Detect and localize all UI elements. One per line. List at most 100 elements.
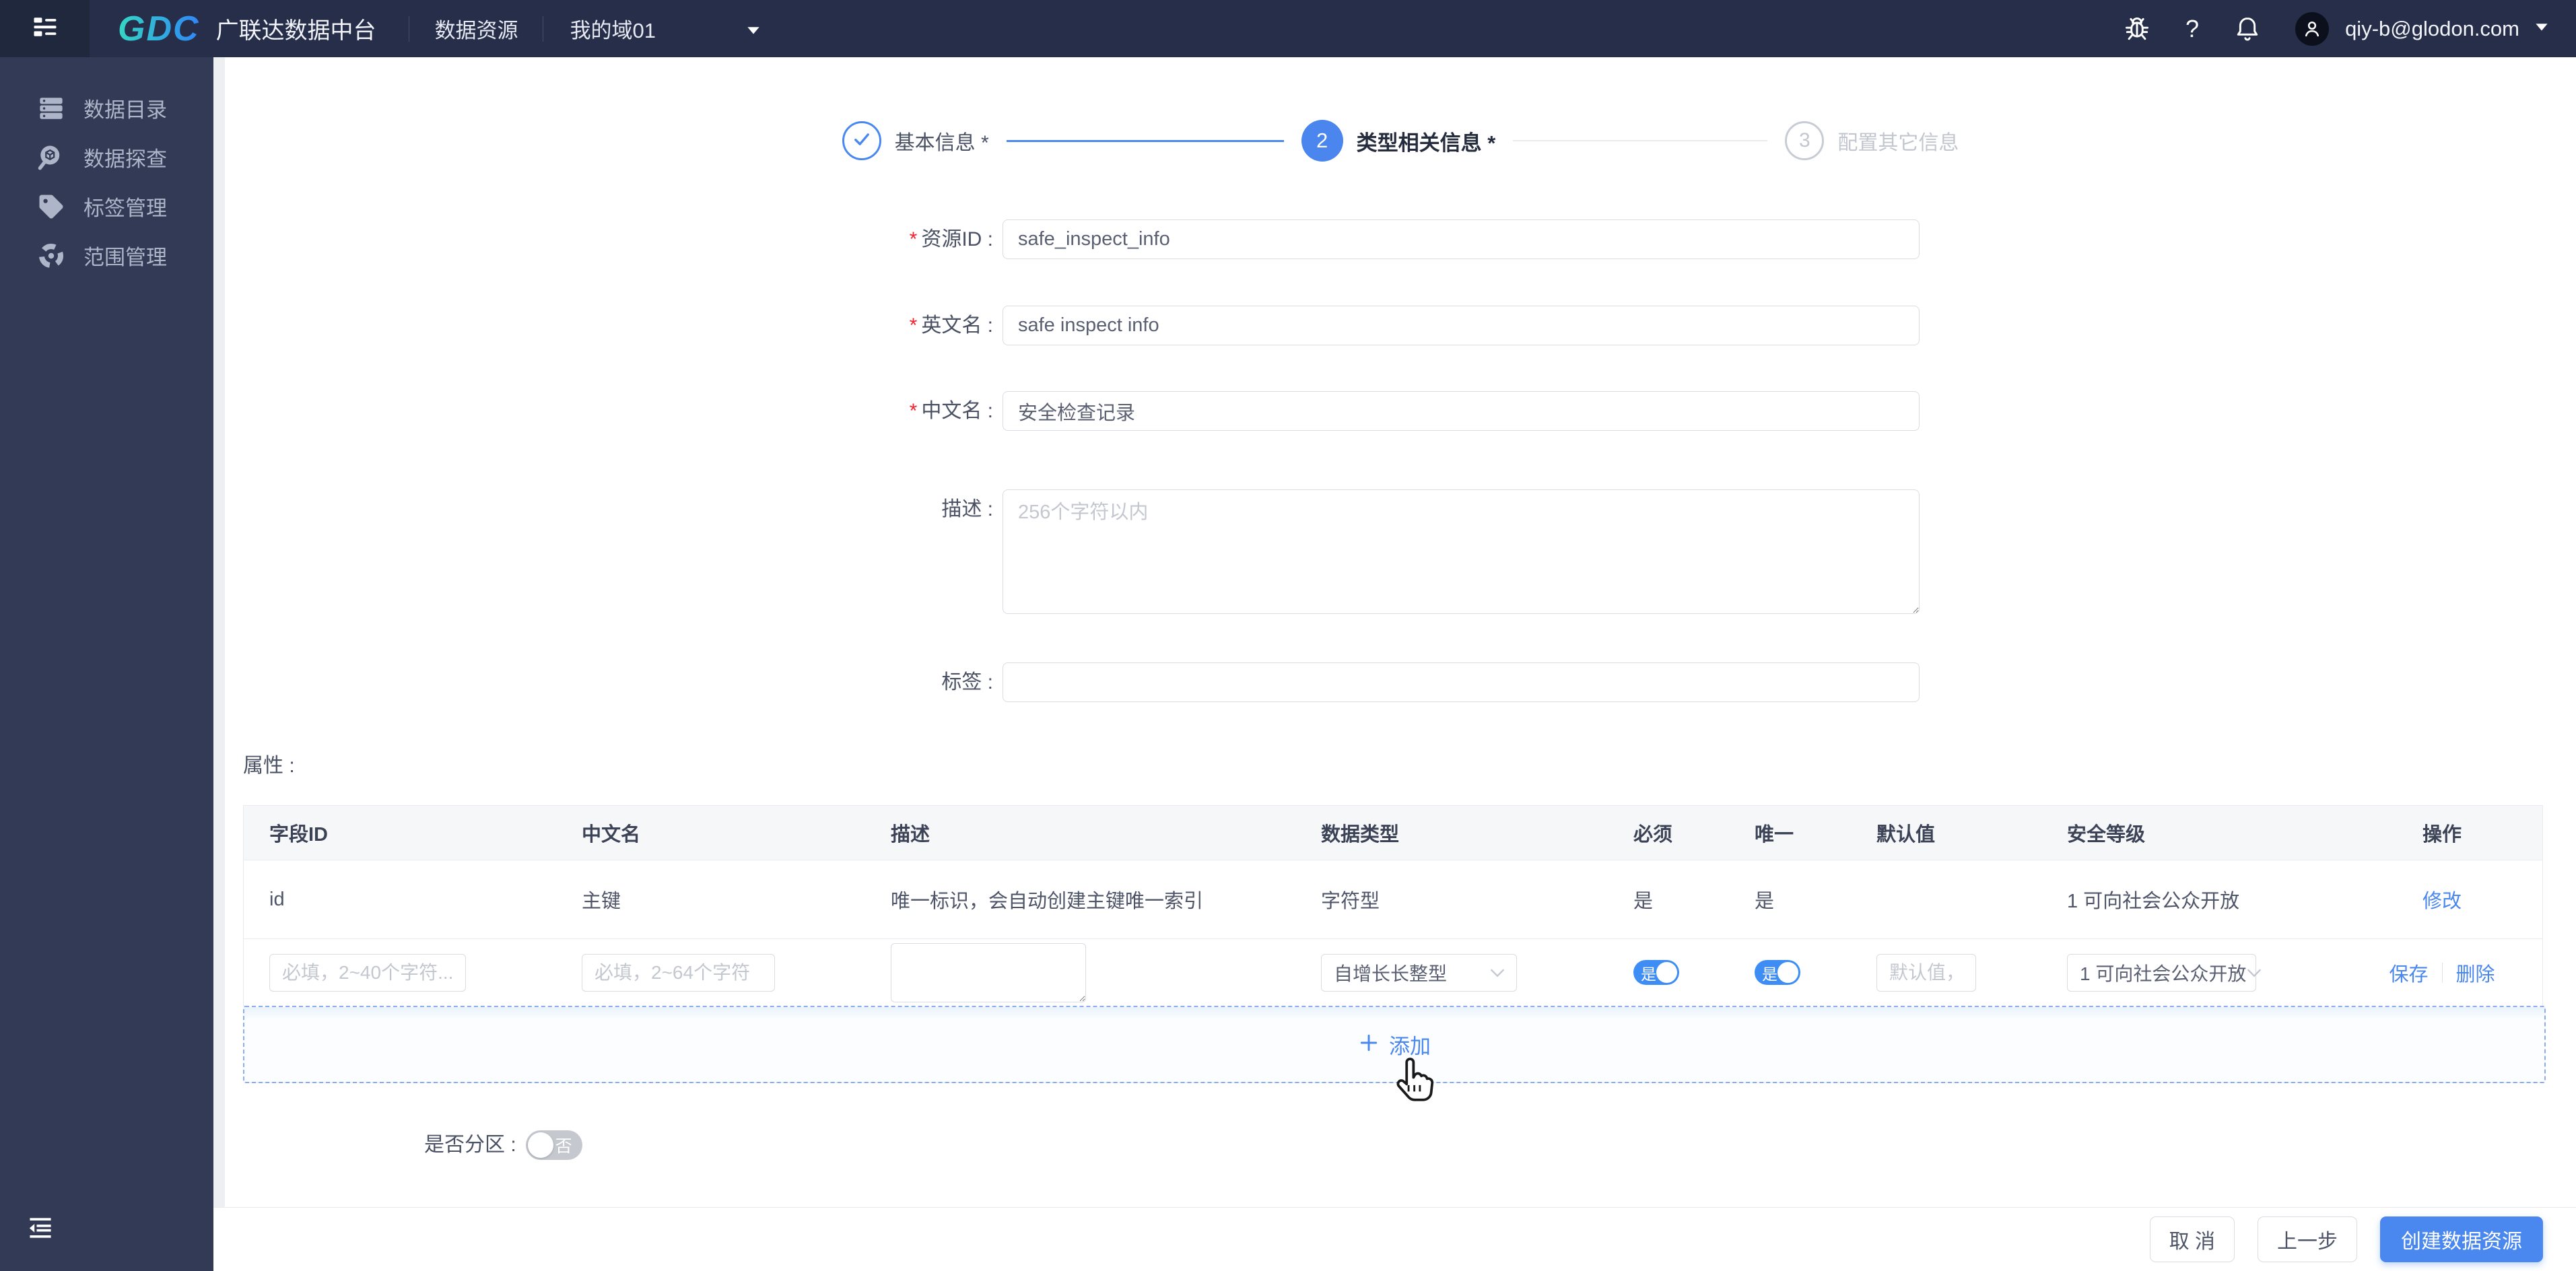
step-3-circle[interactable]: 3	[1785, 121, 1825, 160]
field-label: 描述 :	[941, 498, 993, 520]
check-icon	[850, 128, 873, 154]
chinese-name-input[interactable]	[1003, 391, 1920, 431]
product-title: 广联达数据中台	[215, 18, 376, 44]
toggle-knob	[1777, 962, 1798, 983]
step-connector-pending	[1513, 140, 1768, 141]
sidebar-collapse-icon[interactable]	[26, 1213, 55, 1243]
step-2-circle[interactable]: 2	[1301, 120, 1343, 162]
field-label: 标签 :	[941, 671, 993, 693]
brand-logo: GDC	[118, 9, 200, 48]
cell-security: 1 可向社会公众开放	[2067, 891, 2240, 912]
partition-toggle[interactable]: 否	[525, 1130, 582, 1160]
edit-field-id-input[interactable]	[269, 953, 466, 992]
chevron-down-icon	[746, 17, 761, 41]
form-row-en-name: * 英文名 :	[606, 306, 1920, 345]
step-2-number: 2	[1316, 129, 1328, 152]
toggle-on-label: 是	[1641, 965, 1656, 983]
toggle-knob	[1656, 962, 1677, 983]
field-label: * 英文名 :	[909, 314, 993, 337]
domain-selector[interactable]: 我的域01	[570, 13, 761, 44]
action-divider	[2441, 962, 2443, 983]
topbar-right: ? qiy-b@glodon.com	[2101, 9, 2576, 48]
form-row-tags: 标签 :	[606, 662, 1920, 702]
required-mark: *	[909, 228, 918, 250]
step-1-circle[interactable]	[842, 121, 881, 160]
bug-report-icon[interactable]	[2117, 9, 2157, 48]
notification-bell-icon[interactable]	[2228, 9, 2267, 48]
toggle-on-label: 是	[1762, 965, 1777, 983]
english-name-input[interactable]	[1003, 306, 1920, 345]
col-header-field-id: 字段ID	[269, 824, 329, 846]
col-header-actions: 操作	[2422, 824, 2462, 846]
edit-cn-name-input[interactable]	[582, 953, 775, 992]
toggle-knob	[527, 1132, 553, 1158]
security-select-value: 1 可向社会公众开放	[2080, 963, 2247, 984]
data-type-select-value: 自增长长整型	[1334, 963, 1448, 984]
topbar-menu-data-resource[interactable]: 数据资源	[435, 13, 518, 44]
partition-label: 是否分区 :	[424, 1134, 516, 1156]
step-3-label[interactable]: 配置其它信息	[1837, 126, 1959, 156]
cell-required: 是	[1633, 891, 1654, 912]
sidebar-item-label: 范围管理	[83, 246, 167, 269]
create-data-resource-button[interactable]: 创建数据资源	[2380, 1216, 2543, 1262]
scope-segments-icon	[36, 241, 66, 271]
database-icon	[36, 94, 66, 123]
chevron-down-icon	[1489, 962, 1505, 984]
field-label: * 资源ID :	[909, 228, 993, 250]
cell-description: 唯一标识，会自动创建主键唯一索引	[891, 891, 1204, 912]
explore-magnifier-icon	[36, 143, 66, 172]
sidebar-item-label: 标签管理	[83, 197, 167, 220]
toggle-off-label: 否	[555, 1137, 572, 1156]
attributes-section-label: 属性 :	[243, 755, 295, 777]
add-attribute-button[interactable]: 添加	[243, 1006, 2546, 1083]
help-icon[interactable]: ?	[2173, 9, 2212, 48]
delete-row-link[interactable]: 删除	[2456, 959, 2495, 987]
tag-icon	[36, 192, 66, 221]
cell-field-id: id	[269, 888, 285, 910]
sidebar-item-label: 数据目录	[83, 98, 167, 122]
step-1-label[interactable]: 基本信息 *	[895, 126, 989, 156]
edit-row-link[interactable]: 修改	[2422, 885, 2462, 914]
cell-cn-name: 主键	[582, 891, 621, 912]
edit-required-toggle[interactable]: 是	[1633, 960, 1679, 985]
edit-security-select[interactable]: 1 可向社会公众开放	[2067, 953, 2262, 992]
add-attribute-label: 添加	[1389, 1035, 1431, 1058]
save-row-link[interactable]: 保存	[2389, 959, 2428, 987]
col-header-security: 安全等级	[2067, 824, 2146, 846]
sidebar-item-data-explore[interactable]: 数据探查	[0, 133, 213, 182]
col-header-data-type: 数据类型	[1321, 824, 1400, 846]
form-row-resource-id: * 资源ID :	[606, 219, 1920, 259]
attributes-table: 字段ID 中文名 描述 数据类型 必须 唯一 默认值 安全等级 操作 id 主键…	[243, 805, 2543, 1006]
edit-unique-toggle[interactable]: 是	[1755, 960, 1800, 985]
resource-id-input[interactable]	[1003, 219, 1920, 259]
description-textarea[interactable]	[1003, 489, 1920, 614]
table-edit-row: 自增长长整型 是 是	[244, 938, 2542, 1006]
sidebar-item-scope-management[interactable]: 范围管理	[0, 231, 213, 280]
step-2-label[interactable]: 类型相关信息 *	[1357, 126, 1496, 156]
sidebar-item-data-catalog[interactable]: 数据目录	[0, 83, 213, 133]
nav-menu-button[interactable]	[0, 0, 90, 57]
chevron-down-icon[interactable]	[2534, 22, 2549, 36]
content-gutter	[213, 57, 225, 1271]
chevron-down-icon	[2246, 962, 2262, 984]
edit-description-textarea[interactable]	[891, 942, 1086, 1002]
domain-selector-value: 我的域01	[570, 19, 656, 42]
cell-unique: 是	[1755, 891, 1775, 912]
previous-step-button[interactable]: 上一步	[2258, 1216, 2357, 1262]
col-header-unique: 唯一	[1755, 824, 1794, 846]
sidebar-item-tag-management[interactable]: 标签管理	[0, 182, 213, 231]
cancel-button[interactable]: 取 消	[2149, 1216, 2235, 1262]
user-avatar[interactable]	[2295, 11, 2330, 46]
table-header-row: 字段ID 中文名 描述 数据类型 必须 唯一 默认值 安全等级 操作	[244, 806, 2542, 860]
app-root: GDC 广联达数据中台 数据资源 我的域01 ? qiy-b@glodon.co…	[0, 0, 2576, 1271]
edit-default-input[interactable]	[1876, 953, 1976, 992]
wizard-stepper: 基本信息 * 2 类型相关信息 * 3 配置其它信息	[225, 119, 2576, 162]
table-row: id 主键 唯一标识，会自动创建主键唯一索引 字符型 是 是 1 可向社会公众开…	[244, 860, 2542, 938]
step-connector-done	[1006, 139, 1284, 142]
tags-input[interactable]	[1003, 662, 1920, 702]
edit-data-type-select[interactable]: 自增长长整型	[1321, 953, 1517, 992]
user-email[interactable]: qiy-b@glodon.com	[2345, 17, 2519, 41]
col-header-default: 默认值	[1876, 824, 1936, 846]
sidebar-item-label: 数据探查	[83, 147, 167, 171]
sidebar: 数据目录 数据探查 标签管理 范围管理	[0, 57, 213, 1271]
